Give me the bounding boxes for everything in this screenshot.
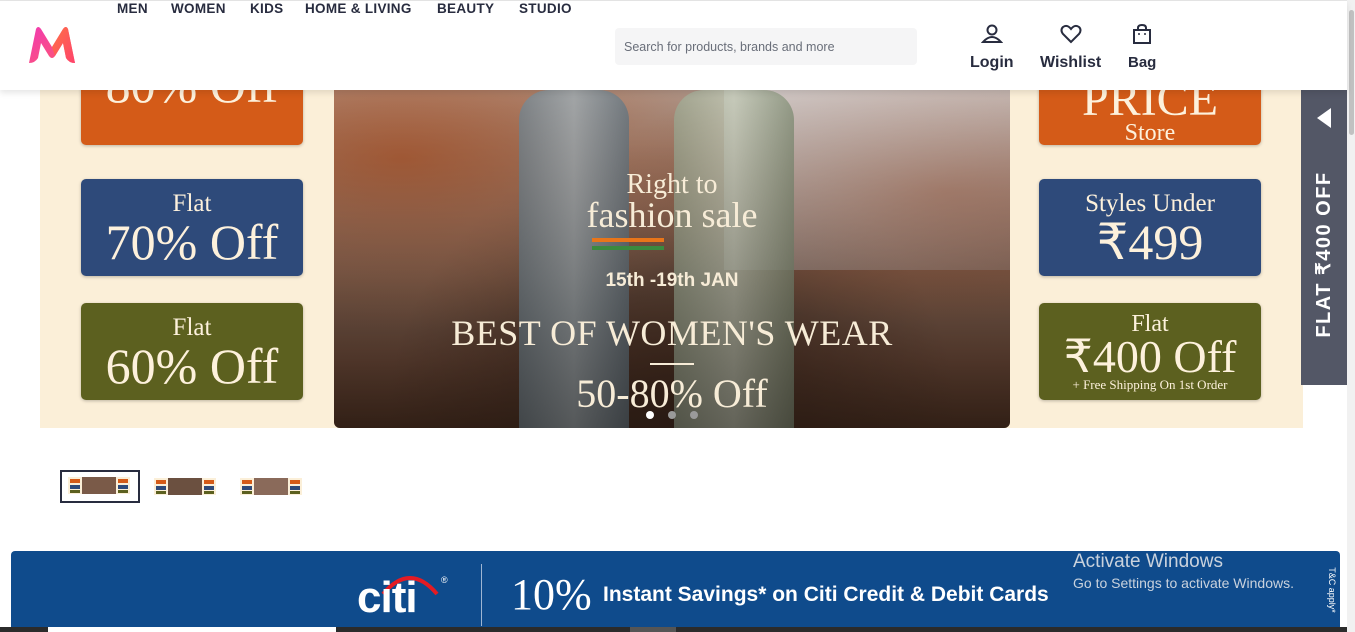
login-label: Login xyxy=(970,54,1014,71)
tile-big-text: 80% Off xyxy=(81,90,303,110)
tile-small-text: Styles Under xyxy=(1085,190,1215,217)
tile-styles-under-499[interactable]: Styles Under ₹499 xyxy=(1039,179,1261,276)
nav-kids[interactable]: KIDS xyxy=(250,1,283,16)
citi-tc-text: T&C apply* xyxy=(1326,567,1337,613)
taskbar-segment xyxy=(48,627,336,632)
site-header: MEN WOMEN KIDS HOME & LIVING BEAUTY STUD… xyxy=(0,1,1347,90)
tile-big-text: 70% Off xyxy=(105,214,279,270)
tile-flat-70-off[interactable]: Flat 70% Off xyxy=(81,179,303,276)
taskbar-segment xyxy=(630,627,676,632)
tile-small-text: Store xyxy=(1124,120,1176,146)
login-button[interactable]: Login xyxy=(970,23,1014,72)
tile-big-text: ₹499 xyxy=(1096,214,1204,270)
citi-logo: citi xyxy=(357,573,418,622)
tile-flat-60-off[interactable]: Flat 60% Off xyxy=(81,303,303,400)
caret-left-icon[interactable] xyxy=(1317,108,1331,128)
nav-studio[interactable]: STUDIO xyxy=(519,1,572,16)
citi-separator xyxy=(481,564,482,626)
carousel-dot-3[interactable] xyxy=(690,411,698,419)
carousel-dot-2[interactable] xyxy=(668,411,676,419)
tricolor-stripe-icon xyxy=(592,238,664,250)
carousel-thumbnail-2[interactable] xyxy=(146,472,222,500)
heart-icon xyxy=(1060,24,1082,44)
carousel-dot-1[interactable] xyxy=(646,411,654,419)
citi-offer-text: Instant Savings* on Citi Credit & Debit … xyxy=(603,583,1049,606)
tile-flat-400-off[interactable]: Flat ₹400 Off + Free Shipping On 1st Ord… xyxy=(1039,303,1261,400)
hero-divider xyxy=(650,363,694,365)
carousel-thumbnail-1[interactable] xyxy=(60,470,140,503)
page-scrollbar-thumb[interactable] xyxy=(1349,10,1354,135)
myntra-logo-icon[interactable] xyxy=(27,25,77,65)
tile-big-text: 60% Off xyxy=(105,338,279,394)
citi-percent: 10% xyxy=(511,570,592,619)
profile-icon xyxy=(980,24,1004,43)
tile-price-store[interactable]: PRICE Store xyxy=(1039,90,1261,146)
thumbnail-preview xyxy=(68,477,130,494)
tile-small-text: Flat xyxy=(172,190,212,217)
tile-small-text: Flat xyxy=(172,314,212,341)
sale-title-line2: fashion sale xyxy=(586,195,758,235)
nav-men[interactable]: MEN xyxy=(117,1,148,16)
flat-400-off-side-tab[interactable]: FLAT ₹400 OFF xyxy=(1301,90,1347,385)
tile-big-text: PRICE xyxy=(1081,90,1219,126)
hero-slide[interactable]: Right to fashion sale 15th -19th JAN BES… xyxy=(334,90,1010,428)
hero-offer: 50-80% Off xyxy=(576,371,768,416)
watermark-line1: Activate Windows xyxy=(1073,551,1223,572)
taskbar-strip xyxy=(0,627,1347,632)
sale-title: Right to fashion sale xyxy=(334,170,1010,234)
watermark-line2: Go to Settings to activate Windows. xyxy=(1073,575,1294,591)
carousel-dots xyxy=(646,411,698,419)
tile-big-text: ₹400 Off xyxy=(1063,331,1237,382)
carousel-thumbnail-3[interactable] xyxy=(232,472,308,500)
sale-dates: 15th -19th JAN xyxy=(605,270,739,291)
thumbnail-preview xyxy=(154,478,216,495)
hero-banner-carousel[interactable]: 80% Off Flat 70% Off Flat 60% Off Right … xyxy=(40,90,1303,428)
thumbnail-preview xyxy=(240,478,302,495)
nav-women[interactable]: WOMEN xyxy=(171,1,226,16)
nav-home-living[interactable]: HOME & LIVING xyxy=(305,1,412,16)
registered-mark-icon: ® xyxy=(441,575,448,585)
windows-activation-watermark: Activate Windows Go to Settings to activ… xyxy=(1073,551,1294,591)
hero-headline: BEST OF WOMEN'S WEAR xyxy=(451,313,893,353)
nav-beauty[interactable]: BEAUTY xyxy=(437,1,494,16)
side-tab-text: FLAT ₹400 OFF xyxy=(1313,171,1335,338)
search-input[interactable] xyxy=(615,28,904,65)
bag-label: Bag xyxy=(1128,54,1157,71)
wishlist-label: Wishlist xyxy=(1040,54,1102,71)
tile-80-off[interactable]: 80% Off xyxy=(81,90,303,145)
wishlist-button[interactable]: Wishlist xyxy=(1040,23,1101,72)
search-box[interactable] xyxy=(615,28,917,65)
bag-icon xyxy=(1133,23,1152,44)
tile-tiny-text: + Free Shipping On 1st Order xyxy=(1072,377,1228,392)
bag-button[interactable]: Bag xyxy=(1128,23,1156,71)
